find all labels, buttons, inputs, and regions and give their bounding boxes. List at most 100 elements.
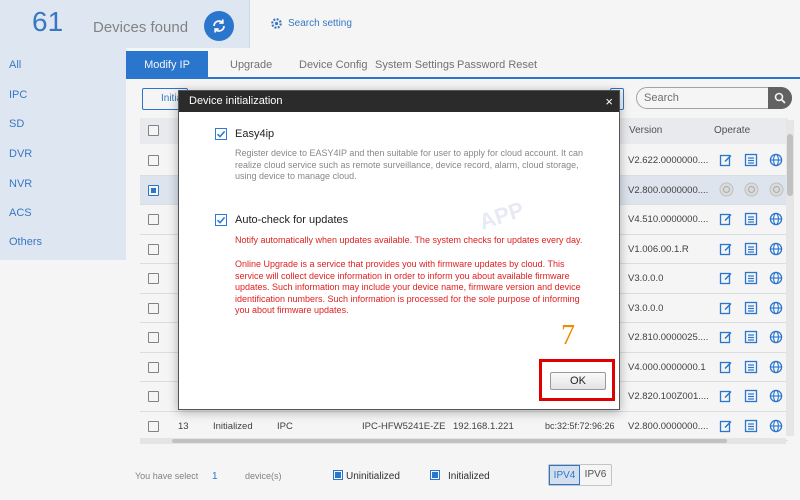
- dialog-title: Device initialization: [189, 95, 283, 107]
- config-list-icon[interactable]: [743, 388, 759, 404]
- row-checkbox[interactable]: [148, 302, 159, 314]
- row-checkbox[interactable]: [148, 391, 159, 402]
- web-globe-icon[interactable]: [768, 329, 784, 345]
- easy4ip-description: Register device to EASY4IP and then suit…: [235, 148, 584, 181]
- edit-icon[interactable]: [718, 241, 734, 257]
- row-checkbox[interactable]: [148, 273, 159, 284]
- header-operate: Operate: [714, 125, 751, 136]
- sidebar-item-all[interactable]: All: [9, 59, 21, 71]
- tab-modify-ip[interactable]: Modify IP: [126, 51, 208, 79]
- sidebar-item-others[interactable]: Others: [9, 236, 42, 248]
- device-count-panel: 61 Devices found: [0, 0, 250, 48]
- row-checkbox[interactable]: [148, 214, 159, 225]
- web-globe-icon[interactable]: [768, 418, 784, 434]
- ip-version-toggle: IPV4 IPV6: [548, 464, 612, 486]
- config-list-icon: [743, 182, 759, 198]
- table-horizontal-scrollbar[interactable]: [140, 438, 786, 444]
- row-checkbox[interactable]: [148, 420, 159, 432]
- sidebar-item-nvr[interactable]: NVR: [9, 178, 32, 190]
- tab-system-settings[interactable]: System Settings: [375, 51, 454, 79]
- auto-check-notice: Notify automatically when updates availa…: [235, 235, 583, 245]
- auto-check-updates-checkbox[interactable]: [215, 214, 227, 226]
- select-all-checkbox[interactable]: [148, 125, 159, 136]
- ok-button[interactable]: OK: [550, 372, 606, 390]
- search-setting-label: Search setting: [288, 18, 352, 29]
- refresh-icon: [213, 19, 225, 33]
- edit-icon[interactable]: [718, 329, 734, 345]
- sidebar-item-ipc[interactable]: IPC: [9, 89, 27, 101]
- tab-upgrade[interactable]: Upgrade: [230, 51, 272, 79]
- row-checkbox[interactable]: [148, 332, 159, 343]
- search-setting-link[interactable]: Search setting: [270, 17, 352, 30]
- row-model: IPC-HFW5241E-ZE: [362, 420, 446, 432]
- uninitialized-legend-label: Uninitialized: [346, 471, 400, 482]
- refresh-button[interactable]: [204, 11, 234, 41]
- checkmark-icon: [216, 130, 226, 138]
- selection-suffix: device(s): [245, 471, 282, 481]
- device-type-sidebar: All IPC SD DVR NVR ACS Others: [0, 48, 126, 260]
- uninitialized-legend-swatch: [333, 470, 343, 480]
- sidebar-item-sd[interactable]: SD: [9, 118, 24, 130]
- table-vertical-scrollbar[interactable]: [786, 120, 794, 436]
- row-number: 13: [178, 420, 189, 432]
- row-version: V4.510.0000000....: [628, 214, 709, 225]
- row-checkbox[interactable]: [148, 184, 159, 196]
- row-checkbox[interactable]: [148, 361, 159, 373]
- scroll-thumb[interactable]: [787, 134, 793, 196]
- web-globe-icon[interactable]: [768, 359, 784, 375]
- web-globe-icon[interactable]: [768, 241, 784, 257]
- config-list-icon[interactable]: [743, 300, 759, 316]
- config-list-icon[interactable]: [743, 418, 759, 434]
- table-row[interactable]: 13 Initialized IPC IPC-HFW5241E-ZE 192.168.1…: [140, 412, 788, 441]
- initialized-legend-label: Initialized: [448, 471, 490, 482]
- row-version: V2.800.0000000....: [628, 184, 709, 196]
- selection-prefix: You have select: [135, 471, 199, 481]
- web-globe-icon[interactable]: [768, 270, 784, 286]
- row-ip: 192.168.1.221: [453, 420, 514, 432]
- search-button[interactable]: [768, 87, 792, 109]
- config-list-icon[interactable]: [743, 270, 759, 286]
- config-list-icon[interactable]: [743, 329, 759, 345]
- search-input[interactable]: [637, 88, 765, 108]
- row-version: V2.820.100Z001....: [628, 391, 709, 402]
- edit-icon[interactable]: [718, 300, 734, 316]
- row-version: V3.0.0.0: [628, 302, 664, 314]
- web-globe-icon[interactable]: [768, 300, 784, 316]
- edit-icon[interactable]: [718, 388, 734, 404]
- search-field: [636, 87, 792, 109]
- config-list-icon[interactable]: [743, 211, 759, 227]
- row-version: V2.810.0000025....: [628, 332, 709, 343]
- scroll-thumb-horizontal[interactable]: [172, 439, 727, 443]
- top-bar: 61 Devices found Search setting: [0, 0, 800, 48]
- row-mac: bc:32:5f:72:96:26: [545, 420, 615, 431]
- edit-icon[interactable]: [718, 152, 734, 168]
- edit-icon[interactable]: [718, 270, 734, 286]
- edit-icon[interactable]: [718, 418, 734, 434]
- edit-icon[interactable]: [718, 359, 734, 375]
- easy4ip-checkbox[interactable]: [215, 128, 227, 140]
- row-version: V2.622.0000000....: [628, 155, 709, 166]
- row-checkbox[interactable]: [148, 155, 159, 166]
- row-checkbox[interactable]: [148, 243, 159, 255]
- config-list-icon[interactable]: [743, 241, 759, 257]
- edit-icon[interactable]: [718, 211, 734, 227]
- ipv4-option[interactable]: IPV4: [549, 465, 581, 485]
- web-globe-icon[interactable]: [768, 388, 784, 404]
- tab-device-config[interactable]: Device Config: [299, 51, 367, 79]
- initialized-legend-swatch: [430, 470, 440, 480]
- config-list-icon[interactable]: [743, 359, 759, 375]
- row-status: Initialized: [213, 420, 253, 432]
- row-version: V2.800.0000000....: [628, 420, 709, 432]
- sidebar-item-acs[interactable]: ACS: [9, 207, 32, 219]
- gear-icon: [271, 18, 282, 29]
- ipv6-option[interactable]: IPV6: [580, 465, 611, 485]
- web-globe-icon[interactable]: [768, 211, 784, 227]
- selected-count: 1: [212, 471, 218, 482]
- web-globe-icon[interactable]: [768, 152, 784, 168]
- close-icon[interactable]: ×: [605, 91, 613, 112]
- function-tabs: Modify IP Upgrade Device Config System S…: [126, 51, 800, 79]
- tab-password-reset[interactable]: Password Reset: [457, 51, 537, 79]
- checkmark-icon: [216, 216, 226, 224]
- config-list-icon[interactable]: [743, 152, 759, 168]
- sidebar-item-dvr[interactable]: DVR: [9, 148, 32, 160]
